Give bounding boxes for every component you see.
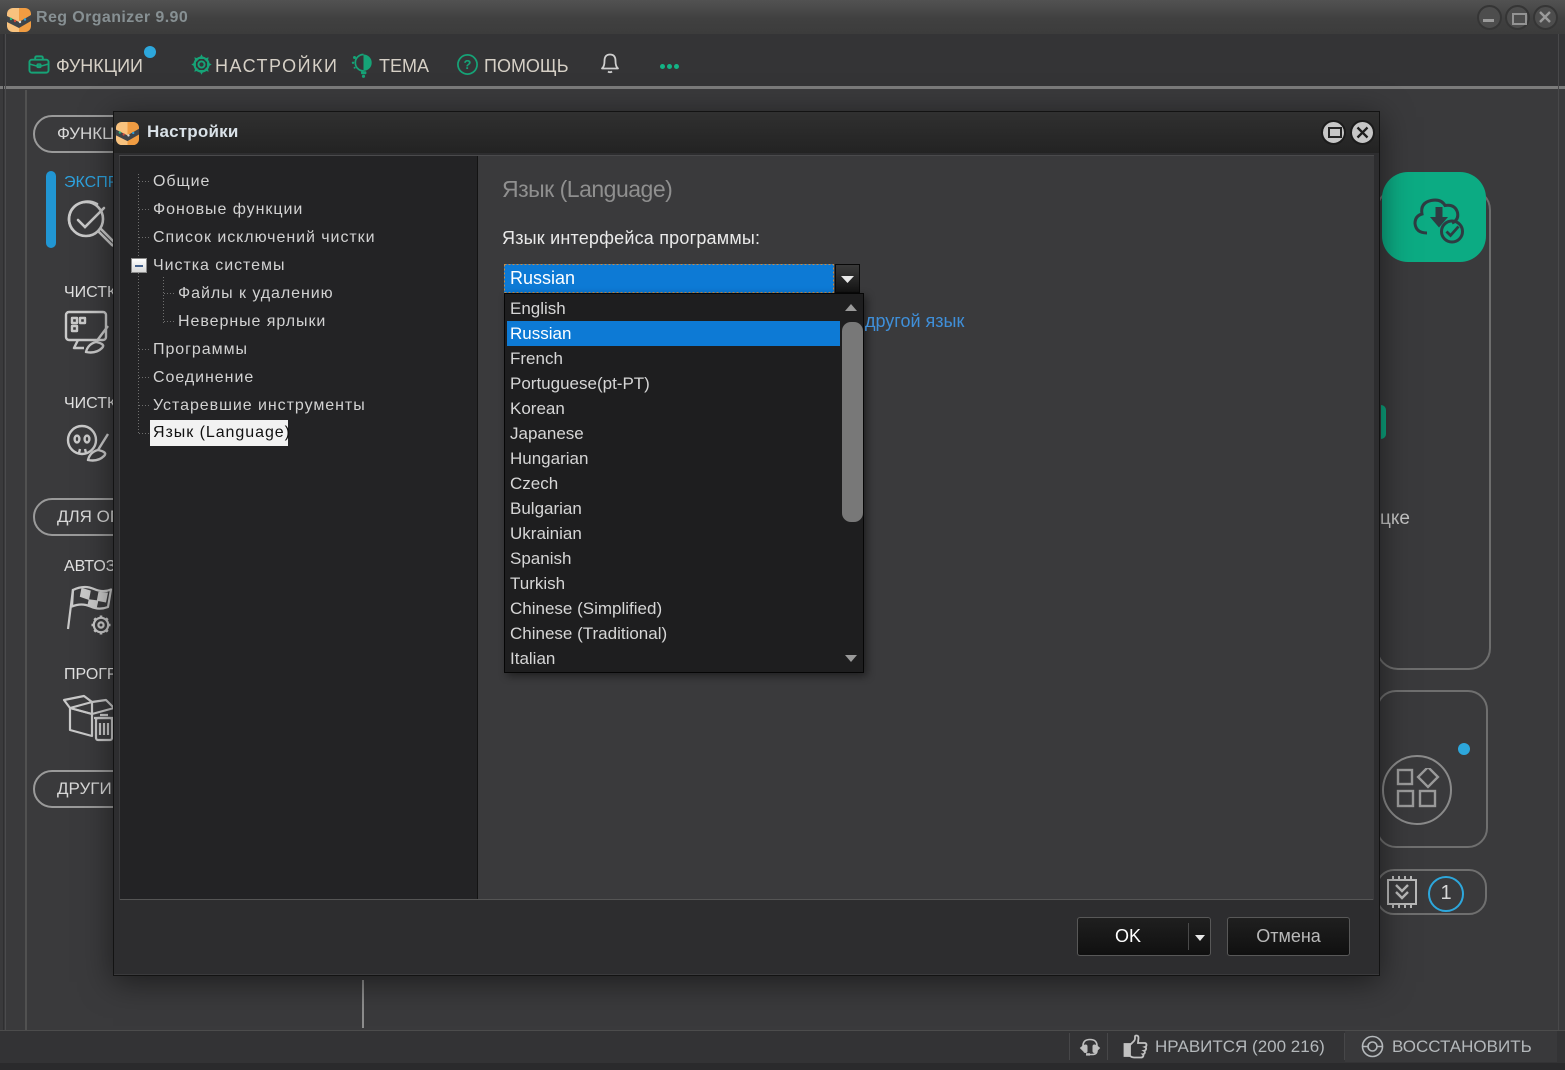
svg-text:?: ? xyxy=(464,57,472,72)
